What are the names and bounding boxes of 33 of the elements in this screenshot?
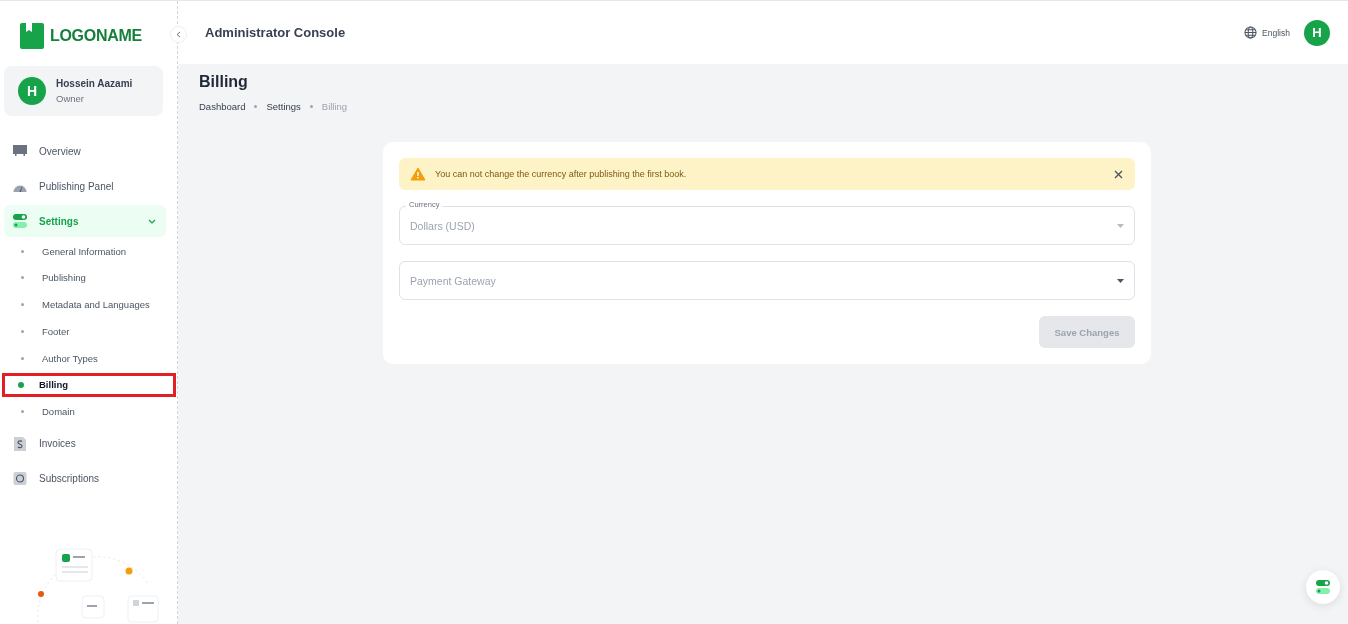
user-role: Owner [56, 93, 85, 104]
breadcrumb-link[interactable]: Settings [266, 101, 301, 112]
sidebar-item[interactable]: Invoices [4, 427, 166, 460]
sidebar-subitem[interactable]: Author Types [4, 346, 164, 371]
sidebar-subitem[interactable]: Billing [2, 373, 176, 397]
sidebar-subitem[interactable]: Publishing [4, 265, 164, 290]
sidebar-item[interactable]: Overview [4, 135, 166, 167]
alert-message: You can not change the currency after publishing the first book. [435, 169, 688, 179]
breadcrumb-link[interactable]: Dashboard [199, 101, 246, 112]
dropdown-caret-icon [1117, 223, 1124, 228]
sidebar-subitem[interactable]: General Information [4, 239, 164, 263]
toggle-icon [1316, 580, 1330, 594]
page-title: Billing [199, 72, 249, 92]
sidebar-subitem[interactable]: Metadata and Languages [4, 292, 164, 317]
user-avatar: H [18, 77, 46, 105]
toggle-icon [13, 214, 27, 228]
book-icon [20, 23, 44, 49]
chevron-left-icon [176, 31, 181, 38]
dropdown-caret-icon [1117, 278, 1124, 283]
logo-text: LOGONAME [50, 27, 142, 45]
monitor-icon [13, 145, 27, 157]
sidebar-subitem[interactable]: Footer [4, 319, 164, 344]
sidebar-subitem[interactable]: Domain [4, 399, 164, 424]
sidebar-item[interactable]: Subscriptions [4, 462, 166, 495]
warning-icon [410, 167, 426, 181]
globe-icon [1244, 26, 1258, 39]
dollar-document-icon [13, 436, 27, 451]
sidebar-item[interactable]: Publishing Panel [4, 170, 166, 202]
user-name: Hossein Aazami [56, 78, 133, 89]
language-selector[interactable]: English [1244, 26, 1290, 39]
user-card[interactable]: H Hossein Aazami Owner [4, 66, 163, 116]
close-icon[interactable] [1114, 169, 1123, 179]
header-title: Administrator Console [205, 25, 347, 40]
